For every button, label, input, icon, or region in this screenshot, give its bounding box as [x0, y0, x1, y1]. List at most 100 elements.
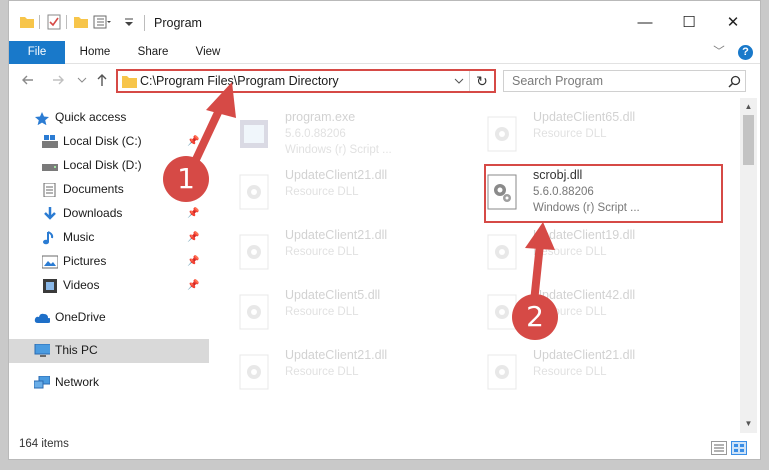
chevron-down-icon[interactable] [454, 76, 464, 86]
file-description: Windows (r) Script ... [285, 144, 392, 156]
file-type: Resource DLL [533, 366, 607, 378]
file-item[interactable]: UpdateClient21.dll Resource DLL [477, 344, 707, 400]
details-view-icon[interactable] [711, 441, 727, 455]
file-type: Resource DLL [285, 246, 359, 258]
computer-icon [34, 344, 50, 357]
file-item[interactable]: UpdateClient42.dll Resource DLL [477, 284, 707, 340]
dll-gear-icon [487, 294, 517, 330]
folder-icon [122, 76, 137, 88]
nav-item-label: Documents [63, 182, 124, 196]
window-title: Program [154, 16, 202, 30]
cloud-icon [34, 313, 50, 323]
file-name: UpdateClient21.dll [285, 348, 388, 362]
file-item[interactable]: UpdateClient21.dll Resource DLL [229, 224, 459, 280]
highlight-box-file [484, 164, 723, 223]
file-type: Resource DLL [533, 246, 607, 258]
file-list: program.exe 5.6.0.88206 Windows (r) Scri… [219, 98, 739, 433]
music-note-icon [43, 231, 54, 245]
up-button[interactable] [93, 72, 111, 90]
nav-item-network[interactable]: Network [9, 371, 209, 395]
pin-icon: 📌 [187, 184, 200, 195]
arrow-left-icon [22, 75, 33, 85]
nav-item-music[interactable]: Music 📌 [9, 226, 209, 250]
dll-gear-icon [239, 174, 269, 210]
tab-share[interactable]: Share [129, 41, 177, 64]
nav-item-label: Videos [63, 278, 100, 292]
search-box[interactable]: Search Program [503, 70, 746, 92]
minimize-button[interactable]: — [623, 9, 667, 37]
search-icon[interactable] [728, 75, 741, 88]
file-name: UpdateClient21.dll [285, 168, 388, 182]
arrow-right-icon [53, 75, 64, 85]
new-folder-icon[interactable] [73, 14, 89, 30]
large-icons-view-icon[interactable] [731, 441, 747, 455]
view-options-icon[interactable] [93, 14, 111, 30]
nav-item-label: Downloads [63, 206, 123, 220]
pin-icon: 📌 [187, 280, 200, 291]
file-item[interactable]: UpdateClient19.dll Resource DLL [477, 224, 707, 280]
file-item[interactable]: UpdateClient5.dll Resource DLL [229, 284, 459, 340]
pictures-icon [42, 255, 58, 269]
network-icon [34, 376, 50, 389]
navigation-pane: Quick access Local Disk (C:) 📌 Local Dis… [9, 98, 209, 433]
pin-icon: 📌 [187, 208, 200, 219]
item-count: 164 items [19, 438, 69, 450]
exe-icon [240, 120, 268, 148]
tab-file[interactable]: File [9, 41, 65, 64]
recent-locations-button[interactable] [73, 72, 91, 90]
pin-icon: 📌 [187, 256, 200, 267]
nav-item-label: OneDrive [55, 310, 106, 324]
refresh-button[interactable]: ↻ [474, 71, 490, 91]
file-item[interactable]: UpdateClient65.dll Resource DLL [477, 106, 707, 162]
customize-toolbar-icon[interactable] [124, 14, 134, 30]
file-item[interactable]: program.exe 5.6.0.88206 Windows (r) Scri… [229, 106, 459, 162]
help-button[interactable]: ? [738, 45, 753, 60]
scroll-down-arrow[interactable]: ▼ [740, 417, 757, 431]
toolbar-divider [66, 15, 67, 29]
file-item[interactable]: UpdateClient21.dll Resource DLL [229, 344, 459, 400]
title-bar: Program — ☐ ✕ [9, 1, 760, 41]
nav-quick-access[interactable]: Quick access [9, 106, 209, 130]
nav-item-documents[interactable]: Documents 📌 [9, 178, 209, 202]
nav-item-this-pc[interactable]: This PC [9, 339, 209, 363]
file-type: Resource DLL [285, 186, 359, 198]
dll-gear-icon [239, 294, 269, 330]
tab-view[interactable]: View [185, 41, 231, 64]
star-icon [34, 112, 49, 125]
properties-icon[interactable] [46, 14, 62, 30]
forward-button[interactable] [49, 72, 67, 90]
vertical-scrollbar[interactable]: ▲ ▼ [740, 98, 757, 433]
scrollbar-thumb[interactable] [743, 115, 754, 165]
ribbon: File Home Share View ﹀ ? [9, 41, 760, 64]
nav-item-videos[interactable]: Videos 📌 [9, 274, 209, 298]
file-name: UpdateClient19.dll [533, 228, 636, 242]
file-version: 5.6.0.88206 [285, 128, 346, 140]
close-button[interactable]: ✕ [711, 9, 755, 37]
nav-item-downloads[interactable]: Downloads 📌 [9, 202, 209, 226]
nav-item-label: This PC [55, 343, 98, 357]
nav-item-pictures[interactable]: Pictures 📌 [9, 250, 209, 274]
file-name: program.exe [285, 110, 356, 124]
download-arrow-icon [44, 207, 56, 220]
chevron-down-icon [77, 77, 87, 83]
file-type: Resource DLL [533, 128, 607, 140]
navigation-bar: C:\Program Files\Program Directory ↻ Sea… [9, 64, 760, 98]
nav-item-label: Local Disk (D:) [63, 158, 142, 172]
file-item[interactable]: UpdateClient21.dll Resource DLL [229, 164, 459, 220]
tab-home[interactable]: Home [71, 41, 119, 64]
drive-windows-icon [42, 135, 58, 148]
nav-item-local-disk-c[interactable]: Local Disk (C:) 📌 [9, 130, 209, 154]
expand-ribbon-button[interactable]: ﹀ [709, 41, 729, 64]
nav-item-onedrive[interactable]: OneDrive [9, 306, 209, 330]
title-divider [144, 15, 145, 31]
arrow-up-icon [97, 74, 107, 86]
dll-gear-icon [487, 234, 517, 270]
file-explorer-window: Program — ☐ ✕ File Home Share View ﹀ ? C… [8, 0, 761, 460]
address-bar[interactable]: C:\Program Files\Program Directory ↻ [116, 69, 496, 93]
file-type: Resource DLL [285, 306, 359, 318]
nav-item-local-disk-d[interactable]: Local Disk (D:) 📌 [9, 154, 209, 178]
maximize-button[interactable]: ☐ [667, 9, 711, 37]
address-path: C:\Program Files\Program Directory [140, 74, 339, 88]
scroll-up-arrow[interactable]: ▲ [740, 100, 757, 114]
back-button[interactable] [19, 72, 37, 90]
